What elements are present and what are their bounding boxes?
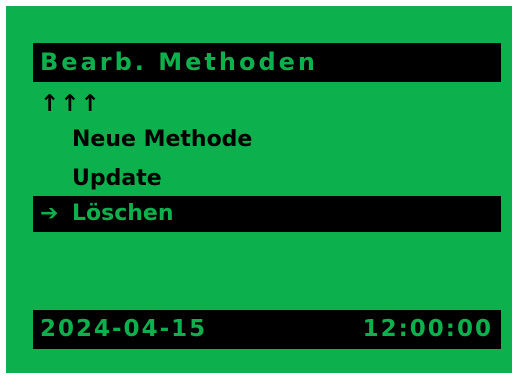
- menu-item-neue-methode[interactable]: Neue Methode: [33, 122, 501, 158]
- right-arrow-icon: ➔: [40, 201, 59, 226]
- screen-title: Bearb. Methoden: [33, 43, 501, 82]
- scroll-up-icon: ↑↑↑: [40, 91, 101, 117]
- menu-item-label: Neue Methode: [72, 127, 253, 152]
- status-bar: 2024-04-15 12:00:00: [33, 310, 501, 349]
- menu-item-label: Update: [72, 166, 162, 191]
- status-date: 2024-04-15: [40, 316, 208, 342]
- menu-item-loeschen[interactable]: ➔ Löschen: [33, 196, 501, 232]
- menu-item-update[interactable]: Update: [33, 161, 501, 197]
- status-time: 12:00:00: [362, 316, 493, 342]
- menu-item-label: Löschen: [72, 201, 174, 226]
- lcd-screen: Bearb. Methoden ↑↑↑ Neue Methode Update …: [6, 6, 512, 373]
